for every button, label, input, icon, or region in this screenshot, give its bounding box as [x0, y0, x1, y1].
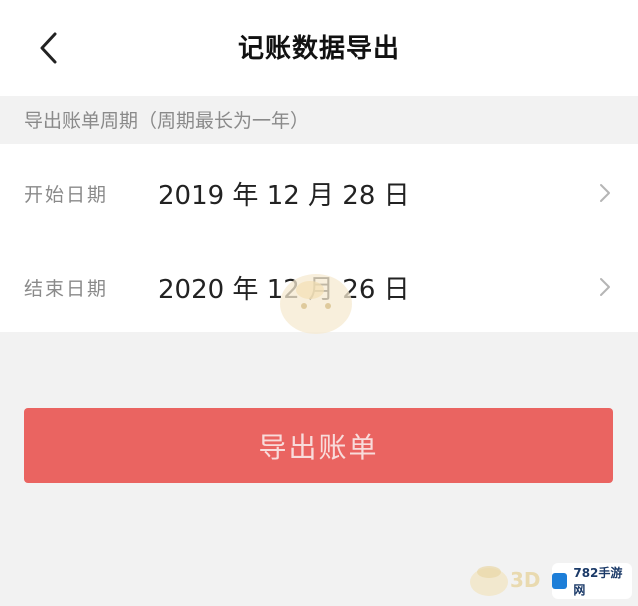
chevron-right-icon — [600, 278, 610, 296]
watermark-3d-text: 3D — [510, 568, 541, 592]
start-date-row[interactable]: 开始日期 2019 年 12 月 28 日 — [0, 144, 638, 238]
watermark-mascot-icon — [280, 274, 352, 334]
export-bill-button[interactable]: 导出账单 — [24, 408, 613, 483]
page-title: 记账数据导出 — [237, 34, 400, 64]
watermark-badge: 782手游网 — [552, 563, 632, 599]
watermark-site-text: 782手游网 — [573, 566, 623, 597]
end-date-label: 结束日期 — [24, 278, 109, 300]
nav-bar: 记账数据导出 — [0, 0, 638, 96]
site-logo-icon — [552, 573, 568, 589]
period-section-title: 导出账单周期（周期最长为一年） — [24, 110, 310, 132]
watermark-logo-icon — [470, 566, 508, 596]
period-section-header: 导出账单周期（周期最长为一年） — [0, 96, 638, 144]
export-bill-label: 导出账单 — [258, 430, 379, 464]
start-date-value: 2019 年 12 月 28 日 — [158, 181, 410, 211]
chevron-right-icon — [600, 184, 610, 202]
start-date-label: 开始日期 — [24, 184, 109, 206]
